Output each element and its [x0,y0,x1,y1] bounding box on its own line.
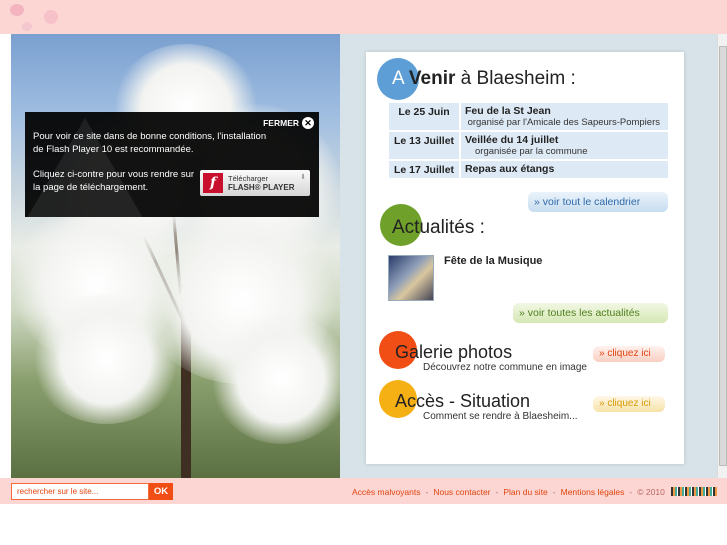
avenir-first-letter: A [392,68,404,89]
footer-link-accessibility[interactable]: Accès malvoyants [352,487,421,497]
view-all-news-link[interactable]: » voir toutes les actualités [513,303,668,323]
flash-notice: FERMER ✕ Pour voir ce site dans de bonne… [25,112,319,218]
footer-separator: - [425,487,429,497]
event-date: Le 17 Juillet [389,161,461,178]
galerie-link[interactable]: » cliquez ici [593,346,665,362]
view-calendar-link[interactable]: » voir tout le calendrier [528,192,668,212]
scrollbar[interactable] [717,34,727,478]
galerie-heading: Galerie photos [395,342,513,362]
event-title: Repas aux étangs [465,163,555,175]
event-title: Feu de la St Jean [465,105,551,117]
download-line-2: FLASH® PLAYER [228,183,295,192]
close-label: FERMER [263,118,299,128]
petal-decoration [44,10,58,24]
footer-link-contact[interactable]: Nous contacter [433,487,490,497]
news-thumbnail[interactable] [388,255,434,301]
download-label: Télécharger FLASH® PLAYER [228,174,295,192]
actualites-heading: Actualités : [392,217,485,238]
footer-link-sitemap[interactable]: Plan du site [503,487,547,497]
download-arrow-icon: ⬇ [300,174,306,181]
footer-separator: - [495,487,499,497]
download-line-1: Télécharger [228,174,269,183]
page: FERMER ✕ Pour voir ce site dans de bonne… [0,0,727,545]
galerie-description: Découvrez notre commune en image [423,362,587,373]
event-cell: Veillée du 14 juillet organisée par la c… [461,132,668,159]
table-row[interactable]: Le 13 Juillet Veillée du 14 juillet orga… [389,132,668,159]
table-row[interactable]: Le 17 Juillet Repas aux étangs [389,161,668,178]
search-input[interactable] [11,483,149,500]
event-date: Le 13 Juillet [389,132,461,159]
acces-heading: Accès - Situation [395,391,531,411]
avenir-heading: A Venir à Blaesheim : [392,68,576,90]
header-photo [11,34,340,478]
search-submit-button[interactable]: OK [149,483,173,500]
blossom-cluster [211,314,340,444]
avenir-heading-bold: Venir [408,68,456,89]
close-button[interactable]: FERMER ✕ [263,117,314,129]
top-banner [0,0,727,34]
footer-separator: - [629,487,633,497]
footer-separator: - [552,487,556,497]
blossom-cluster [31,294,181,424]
event-subtitle: organisée par la commune [475,146,588,157]
avenir-heading-rest: à Blaesheim : [455,68,576,89]
footer-link-legal[interactable]: Mentions légales [561,487,625,497]
close-icon: ✕ [302,117,314,129]
event-date: Le 25 Juin [389,103,461,130]
event-title: Veillée du 14 juillet [465,134,559,146]
footer-badge[interactable] [671,487,717,496]
acces-description: Comment se rendre à Blaesheim... [423,411,578,422]
flash-instructions: Cliquez ci-contre pour vous rendre sur l… [33,169,195,193]
petal-decoration [22,22,32,31]
copyright: © 2010 [637,487,665,497]
footer-links: Accès malvoyants - Nous contacter - Plan du … [352,487,665,497]
event-subtitle: organisé par l'Amicale des Sapeurs-Pompi… [467,117,660,128]
download-flash-button[interactable]: f Télécharger FLASH® PLAYER ⬇ [200,170,310,196]
news-title-link[interactable]: Fête de la Musique [444,255,542,267]
event-cell: Repas aux étangs [461,161,668,178]
scrollbar-thumb[interactable] [719,46,727,466]
events-table: Le 25 Juin Feu de la St Jean organisé pa… [389,101,668,180]
event-cell: Feu de la St Jean organisé par l'Amicale… [461,103,668,130]
petal-decoration [10,4,24,16]
flash-logo-icon: f [203,173,223,193]
acces-link[interactable]: » cliquez ici [593,396,665,412]
table-row[interactable]: Le 25 Juin Feu de la St Jean organisé pa… [389,103,668,130]
flash-message: Pour voir ce site dans de bonne conditio… [33,131,267,155]
